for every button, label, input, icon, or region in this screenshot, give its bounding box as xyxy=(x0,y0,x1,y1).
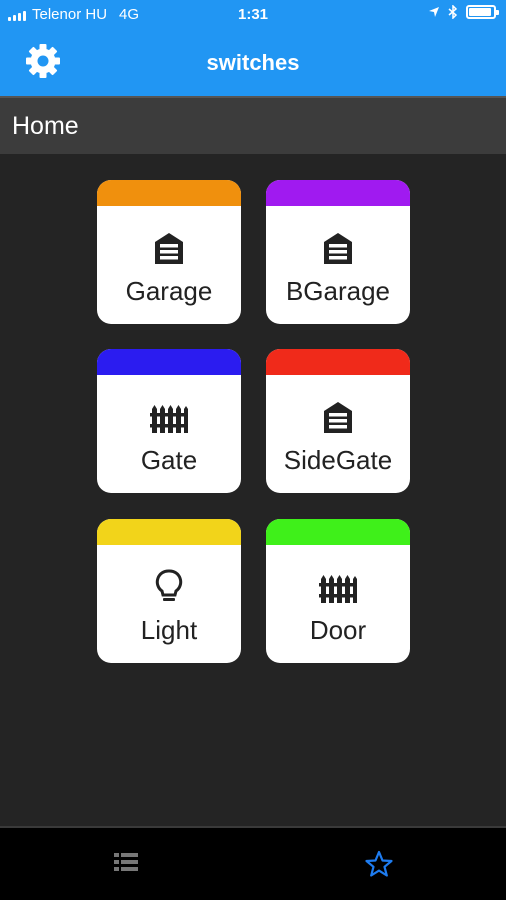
tab-favorites[interactable] xyxy=(364,850,396,880)
switch-tile-light[interactable]: Light xyxy=(97,519,241,663)
location-arrow-icon xyxy=(429,7,439,17)
tile-color-bar xyxy=(266,349,410,375)
switch-tile-garage[interactable]: Garage xyxy=(97,180,241,324)
tile-color-bar xyxy=(97,349,241,375)
fence-icon xyxy=(150,405,188,433)
tab-list[interactable] xyxy=(112,850,144,880)
battery-icon xyxy=(466,5,499,19)
section-header: Home xyxy=(0,96,506,154)
star-icon xyxy=(365,850,393,877)
tile-label: Door xyxy=(309,615,367,645)
bluetooth-icon xyxy=(448,5,458,19)
fence-icon xyxy=(319,575,357,603)
garage-icon xyxy=(324,402,352,433)
status-right xyxy=(428,5,499,19)
switch-tile-bgarage[interactable]: BGarage xyxy=(266,180,410,324)
tab-bar xyxy=(0,826,506,900)
tile-label: Garage xyxy=(125,276,213,306)
settings-button[interactable] xyxy=(24,42,62,80)
lightbulb-icon xyxy=(155,569,183,601)
switch-tile-sidegate[interactable]: SideGate xyxy=(266,349,410,493)
tile-color-bar xyxy=(97,180,241,206)
tile-color-bar xyxy=(266,180,410,206)
garage-icon xyxy=(155,233,183,264)
page-title: switches xyxy=(206,50,300,75)
switch-tile-door[interactable]: Door xyxy=(266,519,410,663)
tile-label: BGarage xyxy=(285,276,391,306)
tile-label: SideGate xyxy=(283,445,393,475)
list-icon xyxy=(114,853,138,871)
nav-bar: switches xyxy=(0,30,506,96)
section-title: Home xyxy=(12,112,79,140)
tile-color-bar xyxy=(266,519,410,545)
gear-icon xyxy=(26,44,60,78)
garage-icon xyxy=(324,233,352,264)
switch-tile-gate[interactable]: Gate xyxy=(97,349,241,493)
tile-label: Light xyxy=(140,615,198,645)
status-bar: Telenor HU 4G 1:31 xyxy=(0,0,506,30)
tile-label: Gate xyxy=(140,445,198,475)
tile-color-bar xyxy=(97,519,241,545)
